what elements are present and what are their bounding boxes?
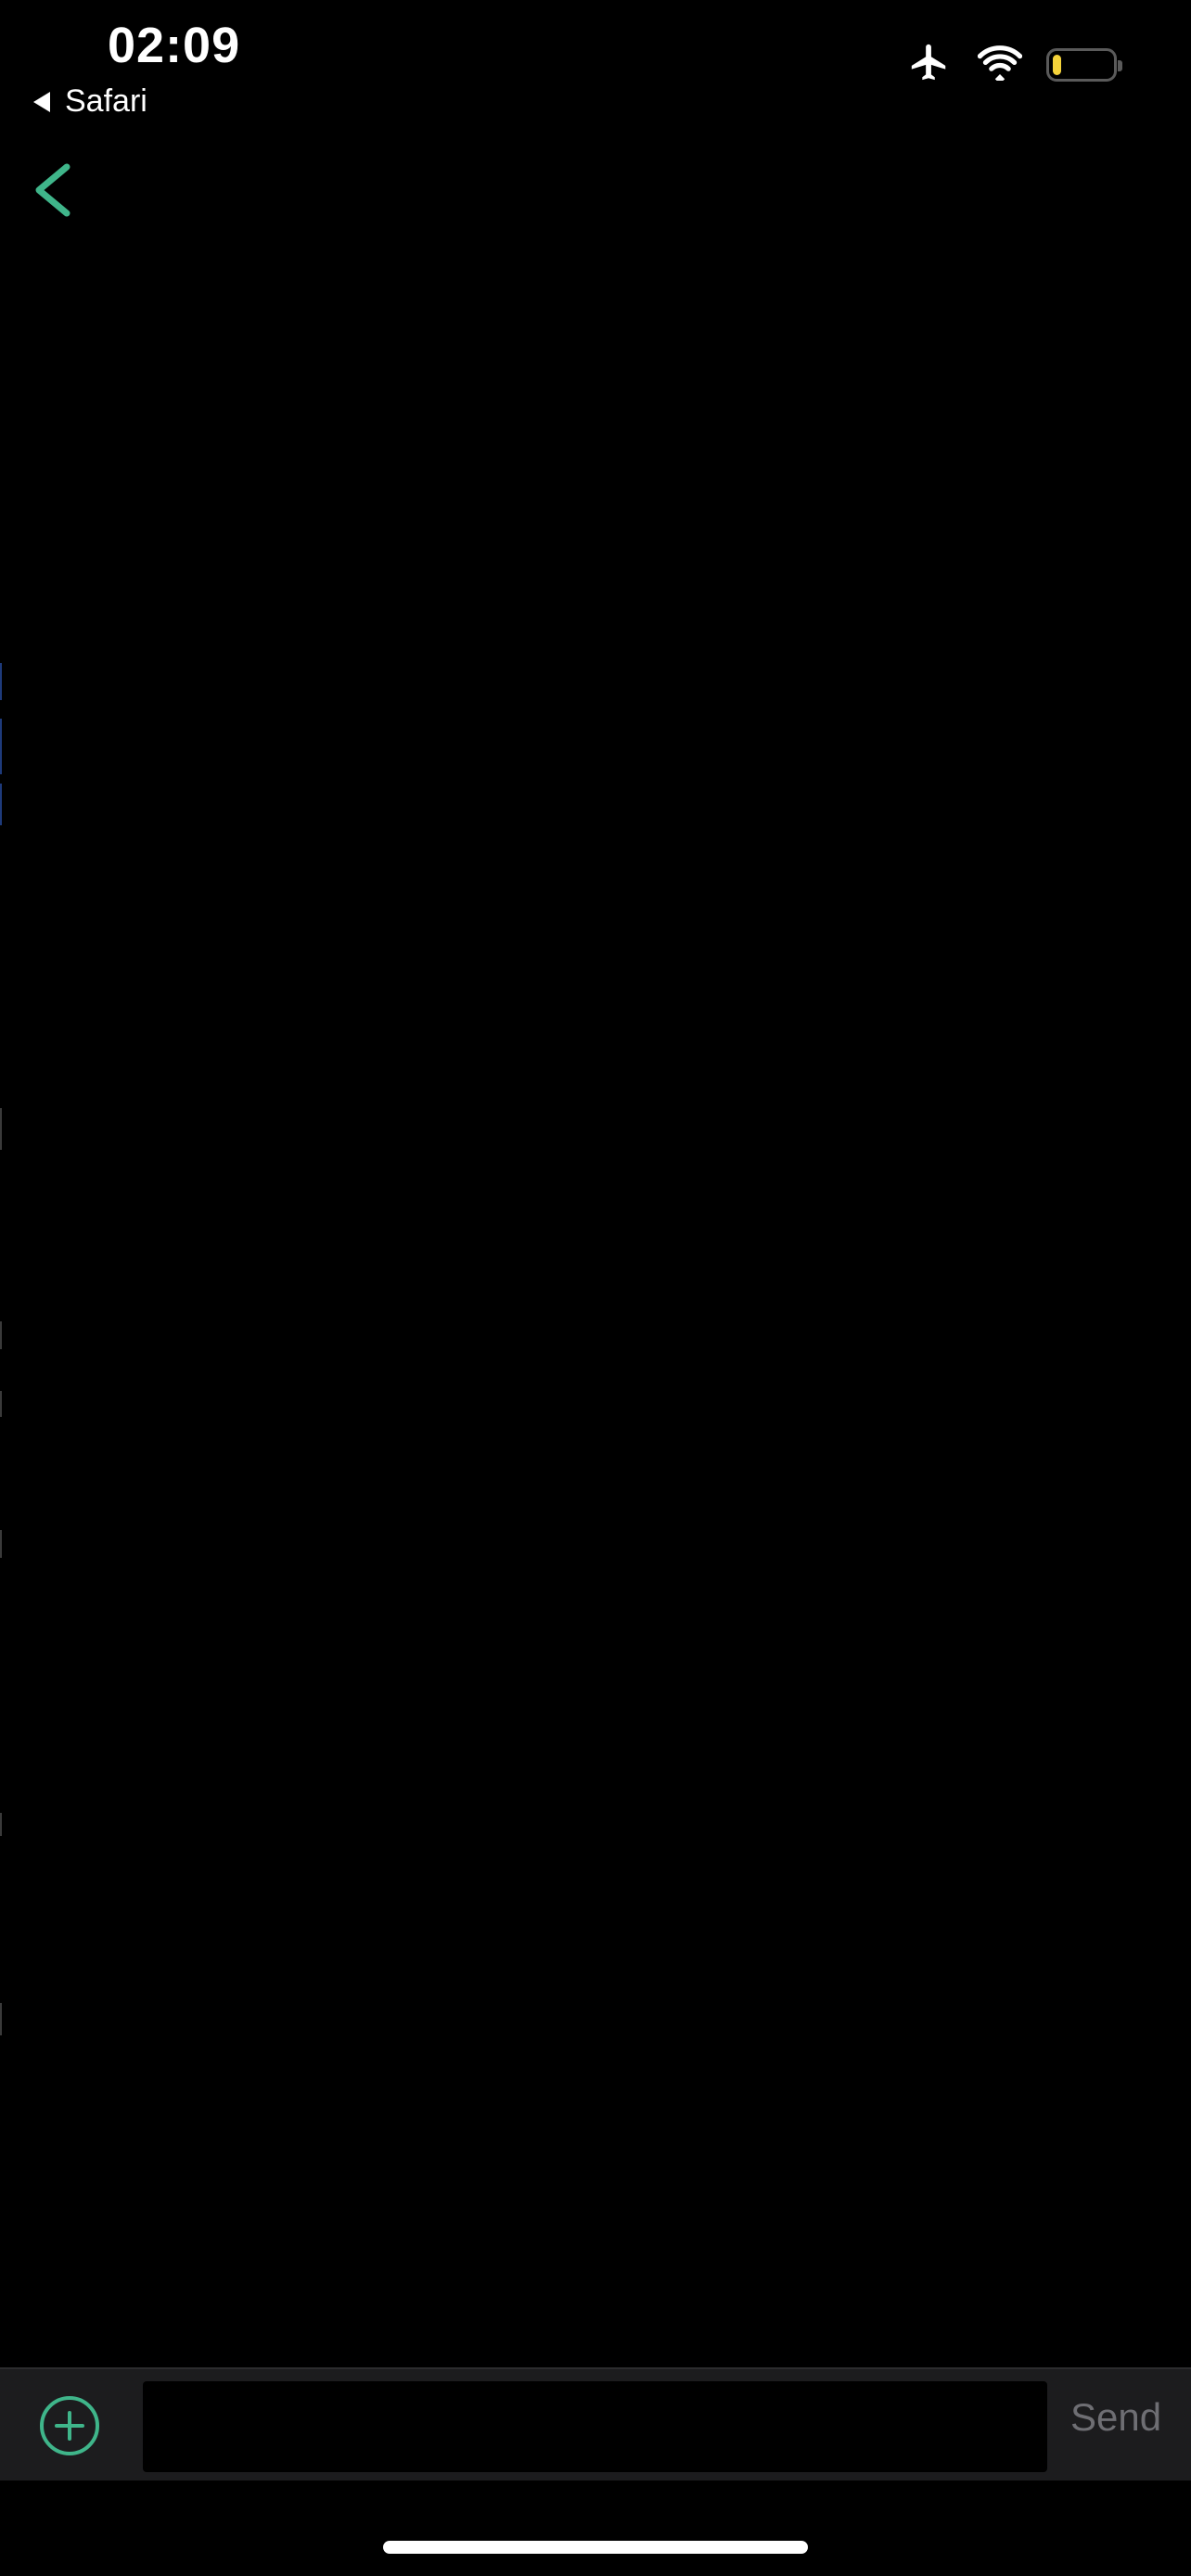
edge-mark	[0, 719, 2, 774]
edge-mark	[0, 1108, 2, 1150]
status-time: 02:09	[108, 18, 241, 73]
add-attachment-button[interactable]	[39, 2395, 100, 2456]
wifi-icon	[977, 44, 1023, 85]
edge-mark	[0, 1321, 2, 1349]
edge-mark	[0, 1391, 2, 1417]
send-button[interactable]: Send	[1070, 2395, 1161, 2440]
edge-mark	[0, 663, 2, 700]
edge-mark	[0, 2003, 2, 2035]
battery-level-fill	[1053, 54, 1061, 75]
chevron-left-icon	[35, 163, 70, 217]
battery-icon	[1046, 47, 1122, 82]
status-icons	[905, 41, 1122, 88]
home-indicator[interactable]	[383, 2541, 808, 2554]
back-to-safari-link[interactable]: Safari	[33, 83, 147, 120]
edge-mark	[0, 784, 2, 825]
back-triangle-icon	[33, 91, 50, 112]
back-app-label: Safari	[65, 83, 147, 119]
plus-circle-icon	[40, 2396, 99, 2455]
edge-mark	[0, 1813, 2, 1836]
airplane-icon	[905, 41, 954, 88]
back-button[interactable]	[26, 158, 82, 223]
message-input[interactable]	[143, 2381, 1047, 2472]
battery-nub	[1118, 59, 1122, 71]
edge-mark	[0, 1530, 2, 1558]
message-composer: Send	[0, 2367, 1191, 2480]
